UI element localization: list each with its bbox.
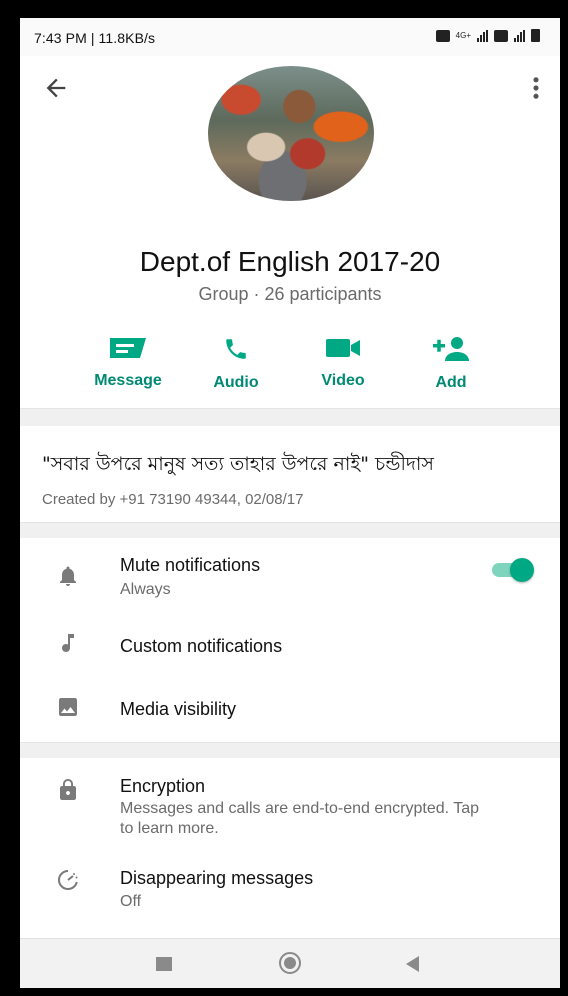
back-arrow-icon[interactable] [42, 74, 70, 102]
volte-icon-2 [494, 29, 508, 42]
video-call-button[interactable]: Video [293, 336, 393, 390]
phone-icon [226, 339, 246, 359]
encryption-row[interactable]: Encryption Messages and calls are end-to… [20, 758, 560, 848]
add-participant-button[interactable]: Add [401, 336, 501, 392]
network-type-label: 4G+ [455, 31, 471, 40]
lock-icon [60, 779, 76, 800]
media-visibility-row[interactable]: Media visibility [20, 676, 560, 742]
message-label: Message [94, 372, 162, 389]
media-visibility-title: Media visibility [120, 699, 237, 719]
recent-apps-icon[interactable] [156, 957, 172, 971]
section-divider [20, 742, 560, 759]
encryption-title: Encryption [120, 776, 206, 796]
status-icons: 4G+ [435, 29, 540, 42]
battery-icon [531, 29, 540, 42]
disappearing-messages-title: Disappearing messages [120, 868, 314, 888]
custom-notifications-row[interactable]: Custom notifications [20, 612, 560, 676]
disappearing-messages-row[interactable]: Disappearing messages Off [20, 848, 560, 936]
mute-toggle[interactable] [490, 558, 534, 582]
encryption-description: Messages and calls are end-to-end encryp… [120, 800, 480, 837]
mute-notifications-row[interactable]: Mute notifications Always [20, 538, 560, 612]
toggle-knob [510, 558, 534, 582]
music-note-icon [62, 634, 74, 652]
nav-back-icon[interactable] [406, 956, 419, 972]
video-label: Video [321, 372, 365, 389]
group-avatar[interactable] [208, 66, 374, 201]
video-camera-icon [326, 339, 360, 357]
signal-icon [477, 29, 488, 42]
signal-icon-2 [514, 29, 525, 42]
volte-icon [435, 29, 450, 42]
custom-notifications-title: Custom notifications [120, 636, 283, 656]
system-navigation-bar [20, 938, 560, 988]
action-buttons: Message Audio Video Add [20, 336, 560, 406]
mute-notifications-title: Mute notifications [120, 555, 261, 575]
more-options-icon[interactable] [530, 74, 542, 102]
home-icon[interactable] [279, 952, 301, 974]
mute-notifications-value: Always [120, 581, 171, 598]
section-divider [20, 408, 560, 427]
message-button[interactable]: Message [78, 336, 178, 390]
bell-icon [60, 566, 76, 586]
group-participants: Group · 26 participants [198, 284, 382, 304]
section-divider [20, 522, 560, 539]
status-bar: 7:43 PM | 11.8KB/s 4G+ [20, 18, 560, 56]
timer-icon [58, 870, 78, 890]
message-icon [110, 338, 146, 358]
group-description[interactable]: "সবার উপরে মানুষ সত্য তাহার উপরে নাই" চন… [20, 426, 560, 522]
group-header: Dept.of English 2017-20 Group · 26 parti… [20, 56, 560, 408]
group-name: Dept.of English 2017-20 [139, 246, 441, 277]
status-time: 7:43 PM | 11.8KB/s [34, 30, 156, 46]
phone-screen: 7:43 PM | 11.8KB/s 4G+ Dept.of English 2… [20, 18, 560, 988]
audio-call-button[interactable]: Audio [186, 336, 286, 392]
add-label: Add [435, 374, 467, 391]
audio-label: Audio [213, 374, 259, 391]
group-description-text: "সবার উপরে মানুষ সত্য তাহার উপরে নাই" চন… [42, 453, 434, 475]
image-icon [59, 698, 77, 716]
add-person-icon [433, 337, 469, 361]
disappearing-messages-value: Off [120, 893, 142, 910]
group-created-info: Created by +91 73190 49344, 02/08/17 [42, 491, 304, 508]
